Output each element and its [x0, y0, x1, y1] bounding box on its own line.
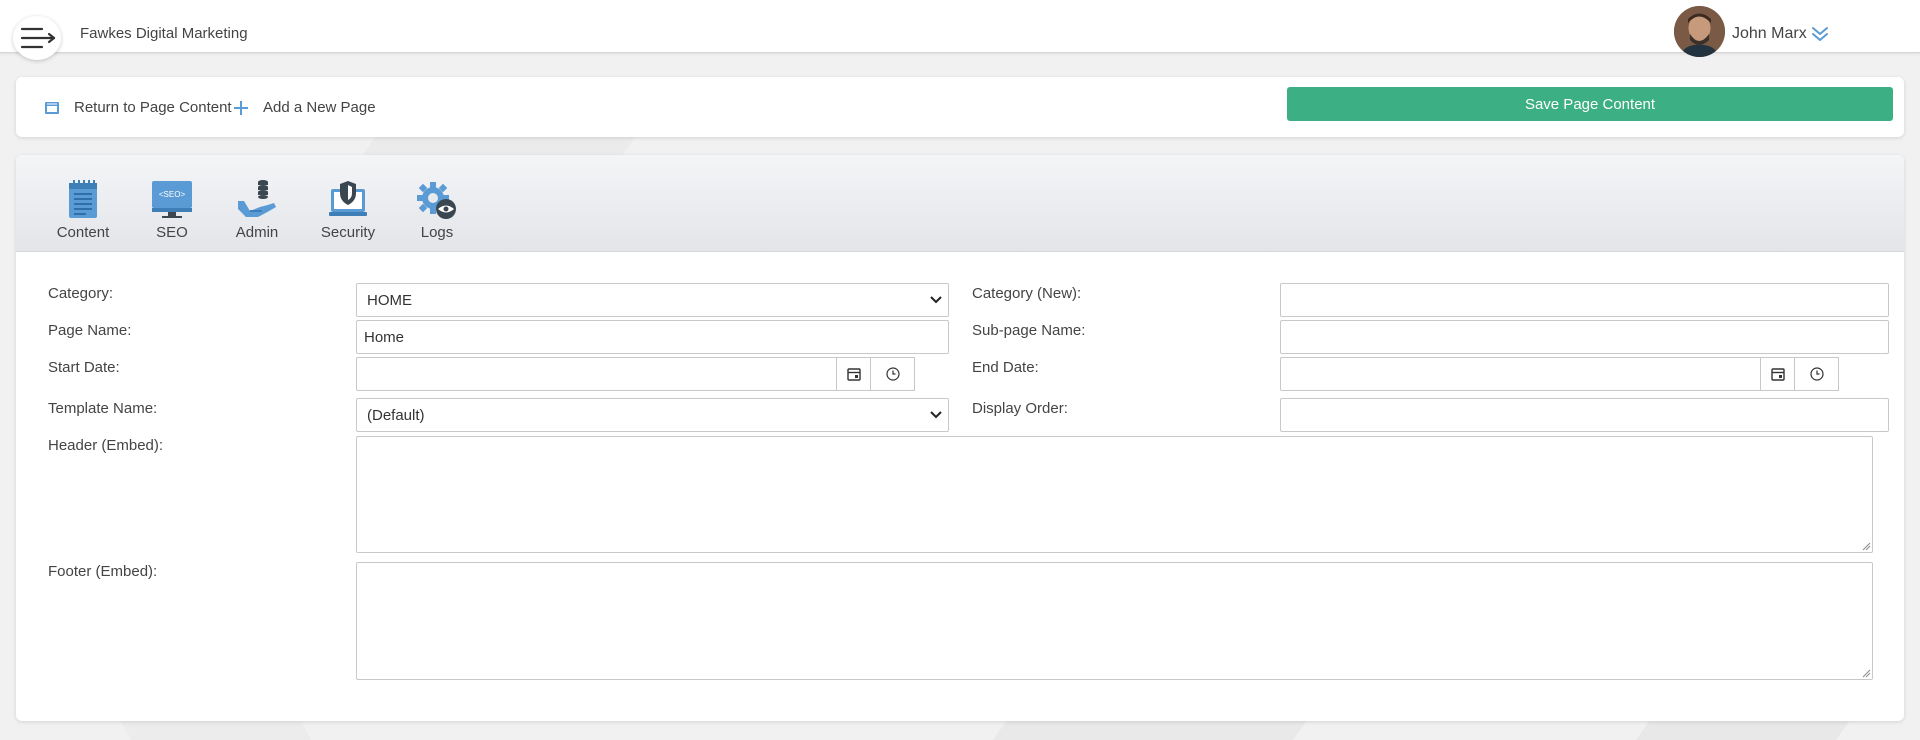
header-embed-label: Header (Embed): — [48, 437, 164, 454]
chevron-down-icon[interactable] — [1811, 25, 1829, 43]
tab-security[interactable]: Security — [304, 175, 392, 241]
template-name-value: (Default) — [367, 406, 425, 424]
start-date-calendar-button[interactable] — [836, 357, 872, 391]
clock-icon — [1809, 367, 1824, 381]
page-name-input[interactable]: Home — [356, 320, 949, 354]
category-value: HOME — [367, 291, 412, 309]
category-new-input[interactable] — [1280, 283, 1889, 317]
tab-content-label: Content — [56, 224, 110, 241]
template-name-select[interactable]: (Default) — [356, 398, 949, 432]
page-editor-panel: Content <SEO> SEO Admin Security Logs Ca… — [16, 155, 1904, 721]
display-order-input[interactable] — [1280, 398, 1889, 432]
plus-icon — [234, 100, 248, 115]
subpage-name-input[interactable] — [1280, 320, 1889, 354]
tab-bar: Content <SEO> SEO Admin Security Logs — [16, 155, 1904, 252]
chevron-down-icon — [930, 296, 942, 304]
calendar-icon — [847, 368, 861, 381]
return-link-label: Return to Page Content — [74, 99, 232, 116]
calendar-icon — [1771, 368, 1785, 381]
display-order-label: Display Order: — [972, 400, 1068, 417]
end-time-button[interactable] — [1794, 357, 1839, 391]
footer-embed-label: Footer (Embed): — [48, 563, 158, 580]
start-date-input[interactable] — [356, 357, 838, 391]
seo-icon: <SEO> — [152, 181, 192, 218]
avatar[interactable] — [1674, 6, 1725, 57]
content-icon — [69, 180, 97, 218]
end-date-label: End Date: — [972, 359, 1039, 376]
tab-security-label: Security — [320, 224, 376, 241]
tab-seo-label: SEO — [156, 224, 188, 241]
action-bar: Return to Page Content Add a New Page Sa… — [16, 77, 1904, 137]
brand-name: Fawkes Digital Marketing — [80, 25, 248, 42]
admin-icon — [238, 180, 276, 217]
menu-button[interactable] — [13, 16, 61, 60]
footer-embed-textarea[interactable] — [356, 562, 1873, 680]
category-label: Category: — [48, 285, 114, 302]
tab-seo[interactable]: <SEO> SEO — [132, 175, 212, 241]
add-link-label: Add a New Page — [263, 99, 376, 116]
tab-admin[interactable]: Admin — [216, 175, 298, 241]
window-icon — [45, 101, 59, 114]
start-date-label: Start Date: — [48, 359, 120, 376]
return-to-page-content-link[interactable]: Return to Page Content — [44, 99, 232, 116]
add-new-page-link[interactable]: Add a New Page — [233, 99, 376, 116]
tab-logs[interactable]: Logs — [396, 175, 478, 241]
header-embed-textarea[interactable] — [356, 436, 1873, 553]
start-time-button[interactable] — [870, 357, 915, 391]
chevron-down-icon — [930, 411, 942, 419]
user-name[interactable]: John Marx — [1732, 25, 1807, 43]
page-name-label: Page Name: — [48, 322, 132, 339]
logs-icon — [417, 182, 456, 219]
template-name-label: Template Name: — [48, 400, 158, 417]
top-bar: Fawkes Digital Marketing John Marx — [0, 0, 1920, 60]
save-page-content-button[interactable]: Save Page Content — [1287, 87, 1893, 121]
tab-logs-label: Logs — [420, 224, 454, 241]
seo-badge: <SEO> — [159, 190, 186, 199]
clock-icon — [885, 367, 900, 381]
tab-admin-label: Admin — [235, 224, 279, 241]
subpage-name-label: Sub-page Name: — [972, 322, 1086, 339]
tab-content[interactable]: Content — [40, 175, 126, 241]
category-select[interactable]: HOME — [356, 283, 949, 317]
end-date-input[interactable] — [1280, 357, 1762, 391]
menu-icon — [20, 27, 56, 49]
category-new-label: Category (New): — [972, 285, 1082, 302]
end-date-calendar-button[interactable] — [1760, 357, 1796, 391]
resize-handle-icon[interactable] — [1861, 668, 1871, 678]
resize-handle-icon[interactable] — [1861, 541, 1871, 551]
page-name-value: Home — [364, 328, 405, 346]
security-icon — [329, 181, 367, 216]
